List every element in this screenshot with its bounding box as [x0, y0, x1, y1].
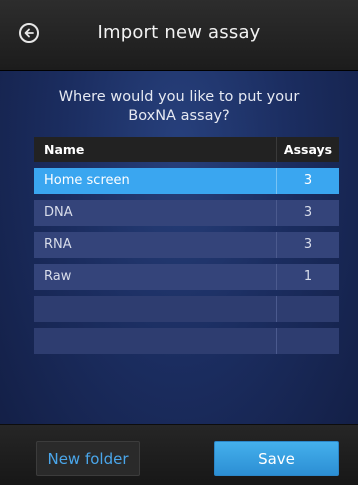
new-folder-button[interactable]: New folder — [36, 441, 140, 476]
row-name: DNA — [44, 205, 73, 220]
table-row-home-screen[interactable]: Home screen 3 — [34, 168, 339, 194]
table-row-empty[interactable] — [34, 328, 339, 354]
column-header-assays[interactable]: Assays — [276, 137, 339, 162]
prompt-line-2: BoxNA assay? — [128, 108, 230, 124]
row-count: 3 — [276, 200, 339, 226]
save-button[interactable]: Save — [214, 441, 339, 476]
table-row-rna[interactable]: RNA 3 — [34, 232, 339, 258]
row-name — [34, 328, 276, 354]
prompt-text: Where would you like to put your BoxNA a… — [40, 88, 318, 126]
row-count: 3 — [276, 232, 339, 258]
column-header-name[interactable]: Name — [34, 137, 276, 162]
page-title: Import new assay — [97, 22, 261, 43]
import-assay-screen: Import new assay Where would you like to… — [0, 0, 358, 485]
footer-bar: New folder Save — [0, 424, 358, 485]
row-count: 1 — [276, 264, 339, 290]
table-row-raw[interactable]: Raw 1 — [34, 264, 339, 290]
row-name: Home screen — [44, 173, 130, 188]
row-count: 3 — [276, 168, 339, 194]
row-name: RNA — [44, 237, 72, 252]
table-header: Name Assays — [34, 137, 339, 162]
row-name: Raw — [44, 269, 72, 284]
folder-table: Name Assays Home screen 3 DNA 3 RNA 3 Ra… — [34, 137, 339, 354]
header-bar: Import new assay — [0, 0, 358, 71]
row-name — [34, 296, 276, 322]
table-row-empty[interactable] — [34, 296, 339, 322]
row-count — [276, 328, 339, 354]
prompt-line-1: Where would you like to put your — [58, 89, 300, 105]
row-count — [276, 296, 339, 322]
table-row-dna[interactable]: DNA 3 — [34, 200, 339, 226]
